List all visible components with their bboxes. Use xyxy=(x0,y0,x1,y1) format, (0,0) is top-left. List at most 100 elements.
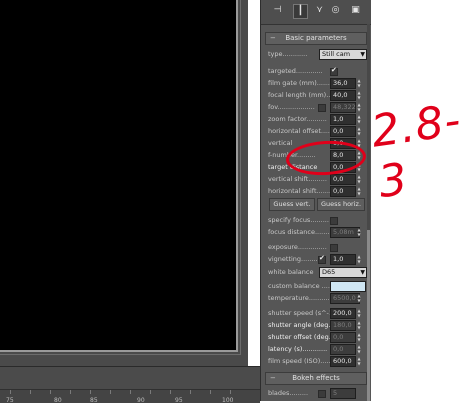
shutter-offset-row: shutter offset (deg.) 0,0 ▲ ▼ xyxy=(268,332,365,343)
horizontal-offset-label: horizontal offset..... xyxy=(268,127,332,135)
blades-row: blades......... 5 xyxy=(268,388,365,399)
fov-row: fov.................. 48,322 ▲ ▼ xyxy=(268,102,365,113)
specify-focus-row: specify focus......... xyxy=(268,215,365,226)
fov-input[interactable]: 48,322 xyxy=(330,102,356,113)
fov-label: fov.................. xyxy=(268,103,315,111)
motion-icon[interactable]: ◎ xyxy=(329,4,342,17)
shutter-speed-row: shutter speed (s^-1 200,0 ▲ ▼ xyxy=(268,308,365,319)
focal-length-spinner[interactable]: ▲ ▼ xyxy=(356,90,362,100)
targeted-checkbox[interactable] xyxy=(330,66,338,76)
horizontal-shift-input[interactable]: 0,0 xyxy=(330,186,356,197)
latency-row: latency (s)............ 0,0 ▲ ▼ xyxy=(268,344,365,355)
type-row: type............ Still cam ▼ xyxy=(268,49,367,60)
collapse-icon: − xyxy=(270,374,276,382)
fov-spinner[interactable]: ▲ ▼ xyxy=(356,102,362,112)
ruler-tick xyxy=(210,390,211,394)
vertical-shift-input[interactable]: 0,0 xyxy=(330,174,356,185)
film-gate-spinner[interactable]: ▲ ▼ xyxy=(356,78,362,88)
exposure-row: exposure.............. xyxy=(268,242,365,253)
horizontal-offset-spinner[interactable]: ▲ ▼ xyxy=(356,126,362,136)
collapse-icon: − xyxy=(270,34,276,42)
temperature-row: temperature........... 6500,0 ▲ ▼ xyxy=(268,293,365,304)
fov-checkbox[interactable] xyxy=(318,104,326,112)
blades-checkbox[interactable] xyxy=(318,390,326,398)
vignetting-spinner[interactable]: ▲ ▼ xyxy=(356,254,362,264)
rollout-bokeh-effects[interactable]: − Bokeh effects xyxy=(265,372,367,385)
ruler-tick xyxy=(90,390,91,394)
film-gate-row: film gate (mm)........ 36,0 ▲ ▼ xyxy=(268,78,365,89)
shutter-angle-row: shutter angle (deg.) 180,0 ▲ ▼ xyxy=(268,320,365,331)
guess-vert-button[interactable]: Guess vert. xyxy=(269,198,315,211)
ruler-tick xyxy=(230,390,231,394)
focus-distance-label: focus distance........ xyxy=(268,228,332,236)
vignetting-checkbox[interactable] xyxy=(318,254,326,264)
custom-balance-swatch[interactable] xyxy=(330,281,366,292)
horizontal-shift-label: horizontal shift....... xyxy=(268,187,331,195)
vignetting-label: vignetting........... xyxy=(268,255,324,263)
zoom-factor-input[interactable]: 1,0 xyxy=(330,114,356,125)
focus-distance-spinner[interactable]: ▲ ▼ xyxy=(356,227,362,237)
horizontal-shift-spinner[interactable]: ▲ ▼ xyxy=(356,186,362,196)
vertical-shift-row: vertical shift......... 0,0 ▲ ▼ xyxy=(268,174,365,185)
timeline[interactable]: 75 80 85 90 95 100 xyxy=(0,366,260,404)
targeted-label: targeted............. xyxy=(268,67,323,75)
ruler-tick xyxy=(10,390,11,394)
rollout-title: Bokeh effects xyxy=(292,374,340,382)
focal-length-label: focal length (mm)..... xyxy=(268,91,337,99)
blades-input[interactable]: 5 xyxy=(330,388,356,399)
latency-input[interactable]: 0,0 xyxy=(330,344,356,355)
shutter-speed-input[interactable]: 200,0 xyxy=(330,308,356,319)
rollout-title: Basic parameters xyxy=(285,34,347,42)
ruler-tick xyxy=(150,390,151,394)
shutter-angle-input[interactable]: 180,0 xyxy=(330,320,356,331)
shutter-speed-spinner[interactable]: ▲ ▼ xyxy=(356,308,362,318)
display-icon[interactable]: ▣ xyxy=(349,4,362,17)
film-speed-input[interactable]: 600,0 xyxy=(330,356,356,367)
type-value: Still cam xyxy=(322,50,351,58)
ruler-tick xyxy=(30,390,31,394)
type-dropdown[interactable]: Still cam ▼ xyxy=(319,49,367,60)
ruler-tick xyxy=(170,390,171,394)
modify-icon[interactable]: ┃ xyxy=(293,4,308,19)
specify-focus-label: specify focus......... xyxy=(268,216,329,224)
custom-balance-row: custom balance .......... xyxy=(268,281,366,292)
zoom-factor-spinner[interactable]: ▲ ▼ xyxy=(356,114,362,124)
viewport[interactable] xyxy=(0,0,248,366)
temperature-spinner[interactable]: ▲ ▼ xyxy=(356,293,362,303)
temperature-label: temperature........... xyxy=(268,294,332,302)
shutter-offset-spinner[interactable]: ▲ ▼ xyxy=(356,332,362,342)
film-speed-spinner[interactable]: ▲ ▼ xyxy=(356,356,362,366)
focal-length-input[interactable]: 40,0 xyxy=(330,90,356,101)
chevron-down-icon: ▼ xyxy=(360,269,365,276)
white-balance-dropdown[interactable]: D65 ▼ xyxy=(319,267,367,278)
hierarchy-icon[interactable]: ⋎ xyxy=(313,4,326,17)
shutter-angle-spinner[interactable]: ▲ ▼ xyxy=(356,320,362,330)
guess-horiz-button[interactable]: Guess horiz. xyxy=(317,198,365,211)
shutter-speed-label: shutter speed (s^-1 xyxy=(268,309,334,317)
pin-icon[interactable]: ⊣ xyxy=(271,4,284,17)
latency-spinner[interactable]: ▲ ▼ xyxy=(356,344,362,354)
shutter-angle-label: shutter angle (deg.) xyxy=(268,321,333,329)
blades-label: blades......... xyxy=(268,389,309,397)
ruler-tick xyxy=(190,390,191,394)
exposure-checkbox[interactable] xyxy=(330,244,338,252)
white-balance-value: D65 xyxy=(322,268,336,276)
vignetting-input[interactable]: 1,0 xyxy=(330,254,356,265)
ruler-tick xyxy=(130,390,131,394)
shutter-offset-input[interactable]: 0,0 xyxy=(330,332,356,343)
film-gate-input[interactable]: 36,0 xyxy=(330,78,356,89)
focal-length-row: focal length (mm)..... 40,0 ▲ ▼ xyxy=(268,90,365,101)
horizontal-shift-row: horizontal shift....... 0,0 ▲ ▼ xyxy=(268,186,365,197)
camera-view[interactable] xyxy=(0,0,238,352)
vertical-shift-spinner[interactable]: ▲ ▼ xyxy=(356,174,362,184)
rollout-basic-parameters[interactable]: − Basic parameters xyxy=(265,32,367,45)
chevron-down-icon: ▼ xyxy=(360,51,365,58)
film-speed-label: film speed (ISO)....... xyxy=(268,357,335,365)
vertical-offset-label: vertical xyxy=(268,139,293,147)
specify-focus-checkbox[interactable] xyxy=(330,217,338,225)
panel-scrollbar-thumb[interactable] xyxy=(367,230,370,401)
ruler-tick xyxy=(50,390,51,394)
horizontal-offset-input[interactable]: 0,0 xyxy=(330,126,356,137)
horizontal-offset-row: horizontal offset..... 0,0 ▲ ▼ xyxy=(268,126,365,137)
film-gate-label: film gate (mm)........ xyxy=(268,79,334,87)
